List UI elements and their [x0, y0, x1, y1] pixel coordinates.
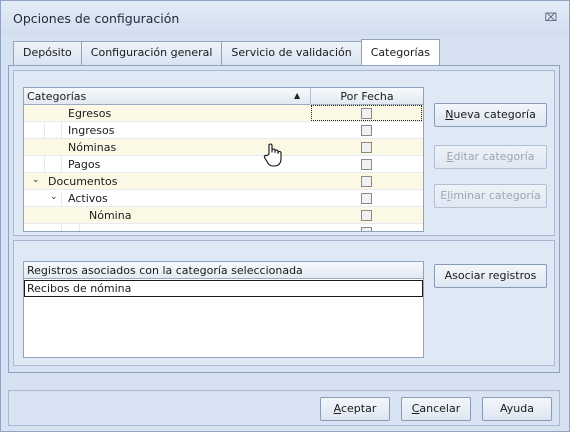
tree-row-label: Egresos: [68, 107, 112, 120]
tree-row[interactable]: Pagos: [24, 156, 423, 173]
por-fecha-checkbox[interactable]: [361, 227, 372, 231]
records-list-header[interactable]: Registros asociados con la categoría sel…: [24, 262, 423, 279]
tab-servicio-validacion[interactable]: Servicio de validación: [221, 41, 362, 65]
options-dialog: Opciones de configuración ⌧ Depósito Con…: [0, 0, 570, 432]
tree-row[interactable]: Nómina: [24, 207, 423, 224]
tree-row-label: Documentos: [48, 175, 118, 188]
tree-row[interactable]: ⌄ Documentos: [24, 173, 423, 190]
tree-row[interactable]: Egresos: [24, 105, 423, 122]
tab-deposito[interactable]: Depósito: [13, 41, 82, 65]
tab-strip: Depósito Configuración general Servicio …: [13, 39, 440, 65]
column-header-por-fecha[interactable]: Por Fecha: [311, 90, 423, 103]
por-fecha-checkbox[interactable]: [361, 176, 372, 187]
close-icon[interactable]: ⌧: [543, 11, 559, 25]
tab-configuracion-general[interactable]: Configuración general: [80, 41, 223, 65]
tree-row-label: Nóminas: [68, 141, 117, 154]
por-fecha-checkbox[interactable]: [361, 108, 372, 119]
dialog-button-bar: Aceptar Cancelar Ayuda: [8, 390, 560, 426]
delete-category-button[interactable]: Eliminar categoría: [434, 184, 547, 208]
categories-tab-panel: Categorías ▲ Por Fecha Egresos Ingresos: [8, 65, 560, 373]
column-header-categorias[interactable]: Categorías: [27, 90, 86, 103]
associated-records-list[interactable]: Registros asociados con la categoría sel…: [23, 261, 424, 358]
tree-row[interactable]: Ingresos: [24, 122, 423, 139]
chevron-down-icon[interactable]: ⌄: [32, 175, 40, 185]
tree-row-label: Activos: [68, 192, 108, 205]
grid-header: Categorías ▲ Por Fecha: [24, 88, 423, 105]
tab-categorias[interactable]: Categorías: [360, 39, 440, 65]
chevron-down-icon[interactable]: ⌄: [50, 192, 58, 202]
edit-category-button[interactable]: Editar categoría: [434, 145, 547, 169]
new-category-button[interactable]: Nueva categoría: [434, 103, 547, 127]
por-fecha-checkbox[interactable]: [361, 125, 372, 136]
help-button[interactable]: Ayuda: [482, 397, 552, 421]
categories-tree-grid[interactable]: Categorías ▲ Por Fecha Egresos Ingresos: [23, 87, 424, 232]
accept-button[interactable]: Aceptar: [320, 397, 390, 421]
tree-row[interactable]: ⌄ Activos: [24, 190, 423, 207]
associate-records-button[interactable]: Asociar registros: [434, 264, 547, 288]
list-item[interactable]: Recibos de nómina: [24, 280, 423, 297]
por-fecha-checkbox[interactable]: [361, 159, 372, 170]
por-fecha-checkbox[interactable]: [361, 142, 372, 153]
tree-row-label: Nómina: [89, 209, 132, 222]
tree-row-label: Pagos: [68, 158, 101, 171]
hand-pointer-icon: [263, 143, 282, 167]
por-fecha-checkbox[interactable]: [361, 210, 372, 221]
dialog-title: Opciones de configuración: [13, 11, 180, 26]
tree-row[interactable]: [24, 224, 423, 231]
tree-row[interactable]: Nóminas: [24, 139, 423, 156]
cancel-button[interactable]: Cancelar: [401, 397, 471, 421]
title-bar: Opciones de configuración ⌧: [1, 1, 569, 35]
sort-ascending-icon: ▲: [294, 91, 301, 100]
records-group: Registros asociados con la categoría sel…: [13, 240, 555, 366]
por-fecha-checkbox[interactable]: [361, 193, 372, 204]
tree-row-label: Ingresos: [68, 124, 115, 137]
